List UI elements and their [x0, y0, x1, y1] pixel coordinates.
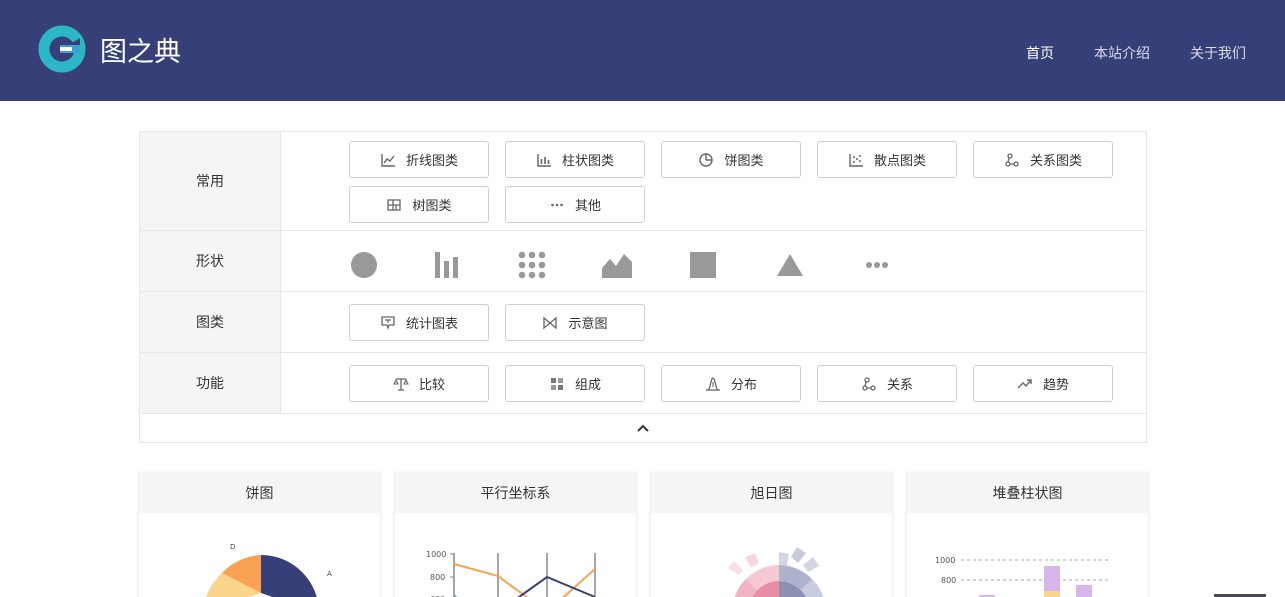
button-label: 组成 [574, 378, 601, 393]
filter-label-shape: 形状 [140, 231, 281, 291]
scale-icon [393, 377, 409, 391]
grid-icon [550, 377, 563, 390]
button-label: 树图类 [412, 199, 452, 214]
button-label: 折线图类 [405, 154, 458, 169]
filter-button-scale[interactable]: 比较 [349, 365, 489, 402]
axis-tick: 800 [941, 576, 956, 585]
card-title: 旭日图 [651, 472, 892, 513]
filter-button-schematic[interactable]: 示意图 [505, 304, 645, 341]
card-title: 饼图 [139, 472, 380, 513]
statistics-icon [381, 315, 395, 330]
button-label: 其他 [574, 199, 601, 214]
filter-button-relation[interactable]: 关系 [817, 365, 957, 402]
collapse-toggle[interactable] [140, 414, 1146, 442]
logo-text: 图之典 [100, 37, 181, 68]
trend-icon [1017, 378, 1032, 388]
parallel-thumbnail: 1000 800 600 [395, 513, 636, 597]
sunburst-thumbnail [651, 513, 892, 597]
stacked-bar-thumbnail: 1000 800 [907, 513, 1148, 597]
triangle-shape-icon[interactable] [775, 250, 805, 280]
nav-item-0[interactable]: 首页 [1026, 43, 1054, 63]
button-label: 散点图类 [873, 154, 926, 169]
button-label: 比较 [418, 378, 445, 393]
nav-item-1[interactable]: 本站介绍 [1094, 43, 1150, 63]
logo-wordmark[interactable]: 图之典 [100, 33, 190, 69]
bars-shape-icon[interactable] [432, 250, 462, 280]
filter-button-treemap[interactable]: 树图类 [349, 186, 489, 223]
chart-card-pie[interactable]: 饼图 D A [139, 472, 380, 597]
relation-icon [862, 376, 876, 391]
filter-button-trend[interactable]: 趋势 [973, 365, 1113, 402]
top-header: 图之典 首页 本站介绍 关于我们 [0, 0, 1285, 101]
button-label: 饼图类 [724, 154, 764, 169]
filter-button-graph[interactable]: 关系图类 [973, 141, 1113, 178]
schematic-icon [543, 316, 558, 329]
chart-card-parallel[interactable]: 平行坐标系 1000 800 600 [395, 472, 636, 597]
filter-row-common: 常用 折线图类 柱状图类 饼图类 散点图类 关系图类树图类 其他 [140, 132, 1146, 231]
scatter-chart-icon [849, 153, 863, 167]
filter-button-grid[interactable]: 组成 [505, 365, 645, 402]
filter-panel: 常用 折线图类 柱状图类 饼图类 散点图类 关系图类 树图类 其他 形状 图类 统计图表 示意… [139, 131, 1147, 443]
filter-row-function: 功能 比较 组成 分布 关系 趋势 [140, 353, 1146, 414]
axis-tick: 1000 [935, 556, 955, 565]
filter-label-common: 常用 [140, 132, 281, 230]
filter-button-distribution[interactable]: 分布 [661, 365, 801, 402]
button-label: 分布 [730, 378, 757, 393]
circle-shape-icon[interactable] [349, 250, 379, 280]
card-title: 堆叠柱状图 [907, 472, 1148, 513]
button-label: 柱状图类 [561, 154, 614, 169]
button-label: 关系图类 [1029, 154, 1082, 169]
chart-card-stacked-bar[interactable]: 堆叠柱状图 1000 800 [907, 472, 1148, 597]
filter-row-type: 图类 统计图表 示意图 [140, 292, 1146, 353]
filter-button-line-chart[interactable]: 折线图类 [349, 141, 489, 178]
pie-label-a: A [327, 570, 332, 578]
more-icon [551, 203, 563, 206]
filter-button-more[interactable]: 其他 [505, 186, 645, 223]
dots-shape-icon[interactable] [517, 250, 547, 280]
filter-button-statistics[interactable]: 统计图表 [349, 304, 489, 341]
square-shape-icon[interactable] [689, 250, 719, 280]
pie-slice [261, 555, 317, 597]
pie-thumbnail: D A [139, 513, 380, 597]
button-label: 趋势 [1042, 378, 1069, 393]
button-label: 统计图表 [405, 317, 458, 332]
button-label: 示意图 [568, 317, 608, 332]
bar-chart-icon [537, 153, 551, 167]
filter-label-function: 功能 [140, 353, 281, 413]
treemap-icon [387, 198, 402, 211]
nav-item-2[interactable]: 关于我们 [1190, 43, 1246, 63]
axis-tick: 1000 [426, 550, 446, 559]
card-title: 平行坐标系 [395, 472, 636, 513]
pie-label-d: D [230, 543, 235, 551]
more-shape-icon[interactable] [862, 250, 892, 280]
filter-button-bar-chart[interactable]: 柱状图类 [505, 141, 645, 178]
filter-button-scatter-chart[interactable]: 散点图类 [817, 141, 957, 178]
line-chart-icon [381, 153, 395, 167]
chart-card-sunburst[interactable]: 旭日图 [651, 472, 892, 597]
pie-chart-icon [699, 152, 714, 167]
chevron-up-icon [637, 424, 649, 432]
area-shape-icon[interactable] [602, 250, 632, 280]
distribution-icon [705, 376, 720, 391]
button-label: 关系 [886, 378, 913, 393]
filter-button-pie-chart[interactable]: 饼图类 [661, 141, 801, 178]
filter-label-type: 图类 [140, 292, 281, 352]
logo-icon[interactable] [38, 25, 86, 73]
graph-icon [1005, 152, 1019, 167]
filter-row-shape: 形状 [140, 231, 1146, 292]
axis-tick: 800 [430, 573, 445, 582]
